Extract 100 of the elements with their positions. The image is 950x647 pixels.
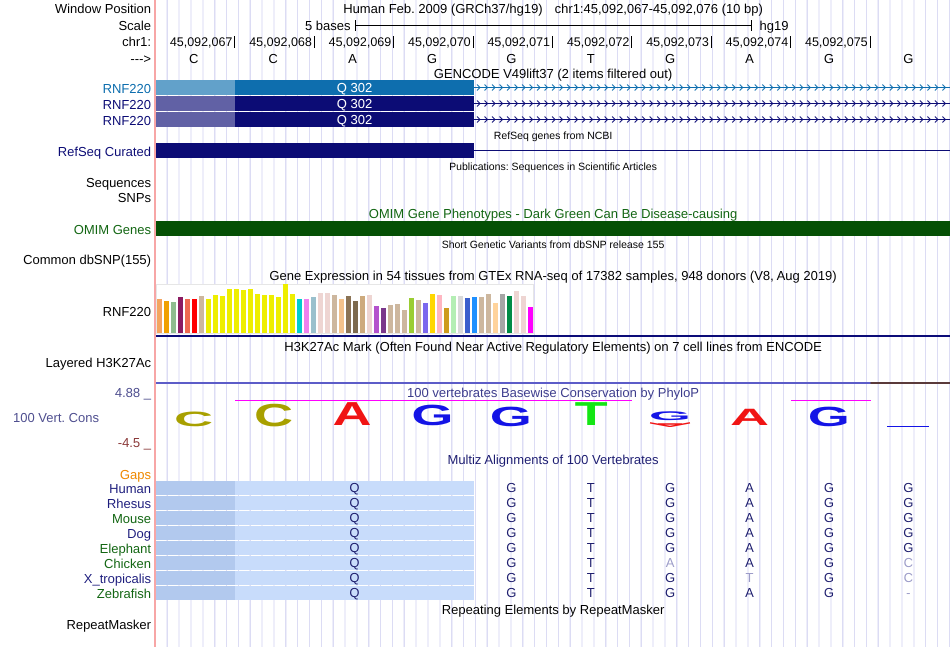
expression-bar[interactable]: [297, 299, 302, 333]
expression-bar[interactable]: [234, 289, 239, 333]
track-label[interactable]: X_tropicalis: [84, 571, 154, 586]
expression-bar[interactable]: [157, 299, 162, 333]
track-label[interactable]: Mouse: [112, 511, 154, 526]
expression-bar[interactable]: [521, 296, 526, 333]
base-letter: G: [665, 50, 676, 66]
expression-bar[interactable]: [472, 297, 477, 333]
track-label[interactable]: Rhesus: [106, 496, 154, 511]
expression-bar[interactable]: [444, 308, 449, 333]
expression-bar[interactable]: [409, 298, 414, 333]
expression-bar[interactable]: [395, 304, 400, 333]
track-label[interactable]: RefSeq Curated: [58, 144, 154, 158]
track-label[interactable]: --->: [130, 50, 154, 66]
track-label[interactable]: Sequences: [86, 175, 154, 190]
expression-bar[interactable]: [311, 297, 316, 333]
expression-bar[interactable]: [318, 293, 323, 333]
codon-bar[interactable]: Q 302: [235, 96, 474, 111]
track-label[interactable]: RNF220: [102, 96, 154, 112]
expression-bar[interactable]: [465, 298, 470, 333]
expression-bar[interactable]: [507, 296, 512, 333]
expression-bar[interactable]: [402, 310, 407, 333]
track-label[interactable]: RepeatMasker: [66, 617, 154, 632]
exon-segment[interactable]: [156, 96, 236, 111]
expression-bar[interactable]: [262, 295, 267, 333]
expression-bar[interactable]: [514, 291, 519, 333]
track-label[interactable]: Zebrafish: [96, 586, 154, 601]
track-label[interactable]: OMIM Genes: [74, 222, 154, 236]
track-label[interactable]: RNF220: [102, 112, 154, 128]
expression-bar[interactable]: [367, 295, 372, 333]
expression-bar[interactable]: [374, 306, 379, 333]
position-label: 45,092,074: [726, 36, 792, 48]
track-label[interactable]: chr1:: [122, 34, 154, 49]
expression-bar[interactable]: [220, 296, 225, 333]
base-letter: G: [665, 586, 676, 600]
expression-bar[interactable]: [304, 299, 309, 333]
expression-bar[interactable]: [241, 290, 246, 333]
expression-bar[interactable]: [248, 289, 253, 333]
base-letter: G: [665, 481, 676, 495]
base-letter: T: [586, 571, 595, 585]
track-label[interactable]: Chicken: [104, 556, 154, 571]
expression-bar[interactable]: [283, 284, 288, 333]
expression-bar[interactable]: [199, 296, 204, 333]
expression-bar[interactable]: [437, 295, 442, 333]
expression-bar[interactable]: [381, 308, 386, 333]
expression-bar[interactable]: [500, 294, 505, 333]
exon-segment[interactable]: [156, 112, 236, 127]
expression-bar[interactable]: [388, 305, 393, 333]
logo-letter: C: [254, 404, 293, 427]
track-label[interactable]: Common dbSNP(155): [23, 252, 154, 267]
expression-bar[interactable]: [276, 297, 281, 333]
track-label[interactable]: Dog: [127, 526, 154, 541]
position-label: 45,092,069: [328, 36, 394, 48]
expression-bar[interactable]: [479, 297, 484, 333]
codon-bar[interactable]: Q 302: [235, 80, 474, 95]
expression-bar[interactable]: [430, 294, 435, 333]
expression-bar[interactable]: [353, 301, 358, 333]
base-letter: G: [506, 541, 516, 555]
expression-bar[interactable]: [255, 294, 260, 333]
expression-bar[interactable]: [213, 295, 218, 333]
expression-bar[interactable]: [486, 294, 491, 333]
expression-bar[interactable]: [290, 294, 295, 333]
track-label[interactable]: Window Position: [54, 1, 154, 16]
expression-bar[interactable]: [493, 303, 498, 333]
expression-bar[interactable]: [346, 296, 351, 333]
expression-bar[interactable]: [332, 295, 337, 333]
track-label[interactable]: Scale: [118, 18, 154, 32]
expression-bar[interactable]: [458, 296, 463, 333]
expression-bar[interactable]: [269, 295, 274, 333]
expression-bar[interactable]: [185, 299, 190, 333]
assembly-label: hg19: [758, 18, 788, 32]
expression-bar[interactable]: [423, 303, 428, 333]
position-text: chr1:45,092,067-45,092,076 (10 bp): [554, 1, 763, 16]
track-label[interactable]: 100 Vert. Cons: [13, 410, 102, 424]
base-letter: G: [665, 541, 676, 555]
logo-letter: T: [574, 403, 608, 427]
expression-bar[interactable]: [171, 302, 176, 333]
expression-bar[interactable]: [178, 297, 183, 333]
expression-bar[interactable]: [227, 289, 232, 333]
gene-bar[interactable]: [156, 143, 474, 158]
expression-bar[interactable]: [528, 307, 533, 333]
expression-bar[interactable]: [451, 296, 456, 333]
codon-bar[interactable]: Q 302: [235, 112, 474, 127]
expression-bar[interactable]: [192, 299, 197, 333]
expression-bar[interactable]: [325, 293, 330, 333]
track-label[interactable]: Layered H3K27Ac: [45, 355, 154, 370]
base-letter: G: [665, 571, 676, 585]
track-label[interactable]: RNF220: [102, 80, 154, 96]
expression-bar[interactable]: [416, 300, 421, 333]
axis-max-label: 4.88 _: [114, 385, 152, 400]
track-label[interactable]: Human: [109, 481, 154, 496]
expression-bar[interactable]: [206, 299, 211, 333]
phenotype-bar[interactable]: [156, 221, 950, 236]
expression-bar[interactable]: [339, 299, 344, 333]
expression-bar[interactable]: [164, 301, 169, 333]
track-label[interactable]: RNF220: [102, 300, 154, 319]
track-label[interactable]: Elephant: [100, 541, 154, 556]
expression-bar[interactable]: [360, 296, 365, 333]
base-letter: A: [745, 526, 754, 540]
track-label[interactable]: SNPs: [118, 190, 154, 205]
